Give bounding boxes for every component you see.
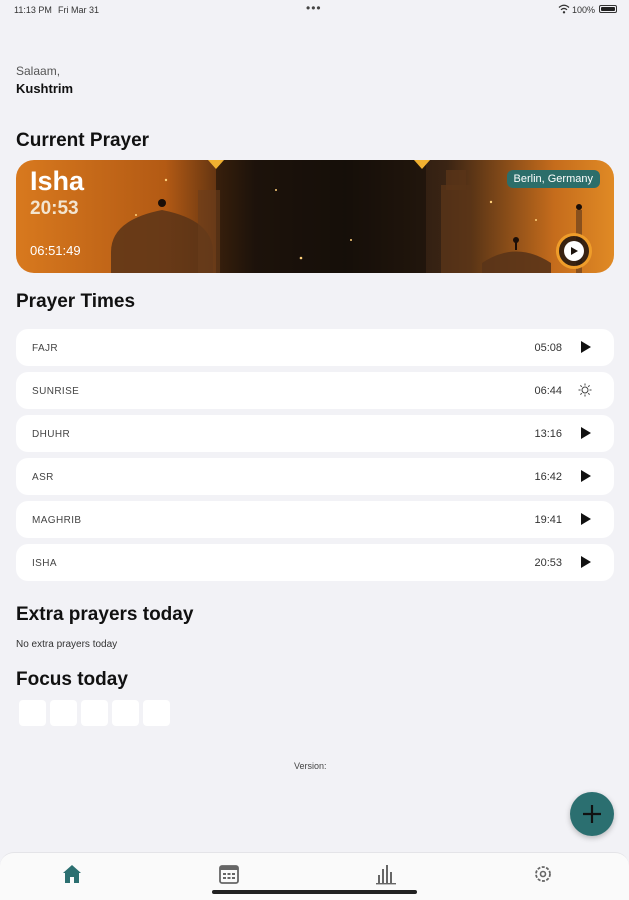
play-icon[interactable] xyxy=(578,469,592,483)
prayer-times-title: Prayer Times xyxy=(16,291,136,312)
play-icon[interactable] xyxy=(578,512,592,526)
current-prayer-name: Isha xyxy=(30,166,85,196)
status-time: 11:13 PM xyxy=(14,5,52,15)
focus-today-title: Focus today xyxy=(16,669,128,690)
current-prayer-play-button[interactable] xyxy=(556,233,592,269)
battery-percent: 100% xyxy=(572,5,596,15)
play-icon xyxy=(571,247,578,255)
prayer-row-fajr[interactable]: FAJR 05:08 xyxy=(16,329,614,366)
prayer-time: 06:44 xyxy=(534,385,562,397)
prayer-name: FAJR xyxy=(32,343,59,354)
prayer-name: ISHA xyxy=(32,558,57,569)
status-bar: 11:13 PM Fri Mar 31 ••• 100% xyxy=(0,0,629,18)
prayer-row-asr[interactable]: ASR 16:42 xyxy=(16,458,614,495)
play-icon[interactable] xyxy=(578,426,592,440)
focus-tracker xyxy=(19,700,170,726)
extra-prayers-empty-text: No extra prayers today xyxy=(16,639,118,650)
prayer-name: SUNRISE xyxy=(32,386,80,397)
play-icon[interactable] xyxy=(578,340,592,354)
location-badge[interactable]: Berlin, Germany xyxy=(506,170,600,188)
focus-box[interactable] xyxy=(143,700,170,726)
prayer-row-sunrise[interactable]: SUNRISE 06:44 xyxy=(16,372,614,409)
tab-home[interactable] xyxy=(60,863,84,885)
version-label: Version: xyxy=(294,761,327,771)
focus-box[interactable] xyxy=(50,700,77,726)
prayer-time: 20:53 xyxy=(534,557,562,569)
user-name: Kushtrim xyxy=(16,81,74,96)
home-indicator[interactable] xyxy=(212,890,417,894)
prayer-row-dhuhr[interactable]: DHUHR 13:16 xyxy=(16,415,614,452)
prayer-name: DHUHR xyxy=(32,429,71,440)
battery-icon xyxy=(599,5,617,13)
prayer-name: ASR xyxy=(32,472,54,483)
tab-settings[interactable] xyxy=(531,863,555,885)
gear-icon xyxy=(535,866,551,882)
home-icon xyxy=(63,865,81,883)
sun-icon xyxy=(578,383,592,397)
prayer-row-maghrib[interactable]: MAGHRIB 19:41 xyxy=(16,501,614,538)
current-prayer-title: Current Prayer xyxy=(16,130,150,151)
focus-box[interactable] xyxy=(112,700,139,726)
prayer-time: 19:41 xyxy=(534,514,562,526)
current-prayer-card[interactable]: Isha 20:53 06:51:49 Berlin, Germany xyxy=(16,160,614,273)
play-icon[interactable] xyxy=(578,555,592,569)
focus-box[interactable] xyxy=(19,700,46,726)
plus-icon xyxy=(583,805,601,823)
focus-box[interactable] xyxy=(81,700,108,726)
status-date: Fri Mar 31 xyxy=(58,5,100,15)
countdown-timer: 06:51:49 xyxy=(30,243,81,258)
chart-icon xyxy=(376,865,396,885)
calendar-icon xyxy=(219,865,239,884)
current-prayer-time: 20:53 xyxy=(30,198,79,219)
extra-prayers-title: Extra prayers today xyxy=(16,604,194,625)
add-button[interactable] xyxy=(570,792,614,836)
tab-calendar[interactable] xyxy=(217,863,241,885)
tab-stats[interactable] xyxy=(374,863,398,885)
prayer-time: 05:08 xyxy=(534,342,562,354)
multitasking-dots[interactable]: ••• xyxy=(306,1,322,15)
prayer-row-isha[interactable]: ISHA 20:53 xyxy=(16,544,614,581)
greeting-text: Salaam, xyxy=(16,64,61,78)
wifi-icon xyxy=(558,4,570,14)
prayer-time: 16:42 xyxy=(534,471,562,483)
prayer-name: MAGHRIB xyxy=(32,515,82,526)
prayer-time: 13:16 xyxy=(534,428,562,440)
